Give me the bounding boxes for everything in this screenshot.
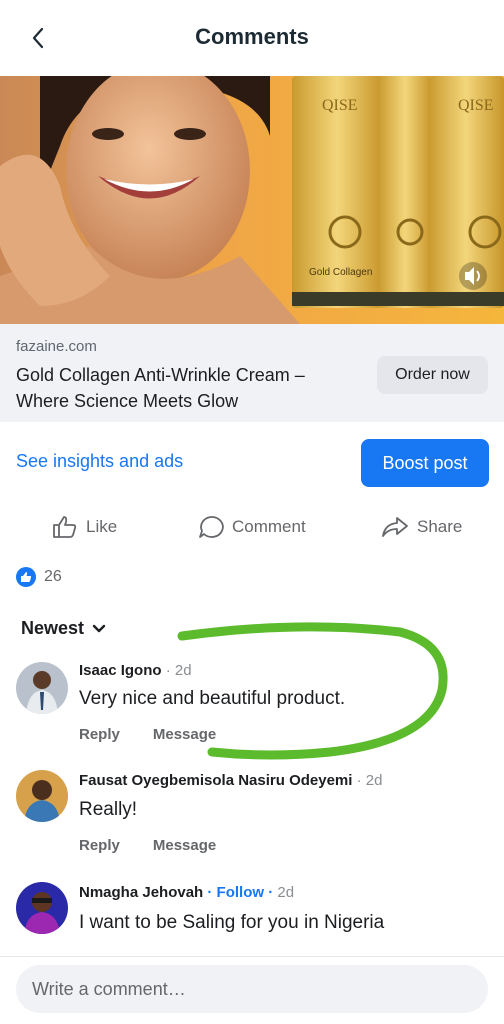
message-button[interactable]: Message [153,726,216,743]
follow-link[interactable]: · Follow · [203,884,273,901]
avatar[interactable] [16,662,68,714]
avatar[interactable] [16,882,68,934]
ad-title: Gold Collagen Anti-Wrinkle Cream – Where… [16,365,305,411]
like-button[interactable]: Like [52,508,117,546]
ad-domain: fazaine.com [16,338,97,355]
like-icon [53,516,77,538]
boost-post-button[interactable]: Boost post [361,439,489,487]
svg-text:Gold Collagen: Gold Collagen [309,267,372,278]
like-reaction-icon [16,567,36,587]
reply-button[interactable]: Reply [79,726,120,743]
comment-author[interactable]: Fausat Oyegbemisola Nasiru Odeyemi · 2d [79,772,382,789]
post-actions: Like Comment Share [0,508,504,546]
see-insights-link[interactable]: See insights and ads [16,451,183,472]
ad-image[interactable]: QISE QISE Gold Collagen [0,76,504,324]
order-now-button[interactable]: Order now [377,356,488,394]
comment-author[interactable]: Nmagha Jehovah · Follow · 2d [79,884,294,901]
header: Comments [0,0,504,76]
share-icon [382,517,408,537]
reply-button[interactable]: Reply [79,837,120,854]
comment-text: Really! [79,799,138,820]
comment-button[interactable]: Comment [198,508,306,546]
product-label: QISE [322,97,358,114]
sort-dropdown[interactable]: Newest [21,618,106,639]
comment-composer [0,956,504,1024]
reaction-summary[interactable]: 26 [16,567,62,587]
sound-icon [459,262,487,290]
message-button[interactable]: Message [153,837,216,854]
share-button[interactable]: Share [381,508,462,546]
ad-info[interactable]: fazaine.com Gold Collagen Anti-Wrinkle C… [0,324,504,422]
chevron-down-icon [92,624,106,632]
svg-text:QISE: QISE [458,97,494,114]
comment-icon [199,516,224,538]
comment-input[interactable] [16,965,488,1013]
comment-text: Very nice and beautiful product. [79,688,346,709]
page-title: Comments [195,24,309,49]
comment-author[interactable]: Isaac Igono · 2d [79,662,192,679]
reaction-count: 26 [44,568,62,585]
avatar[interactable] [16,770,68,822]
comment-text: I want to be Saling for you in Nigeria [79,912,385,933]
